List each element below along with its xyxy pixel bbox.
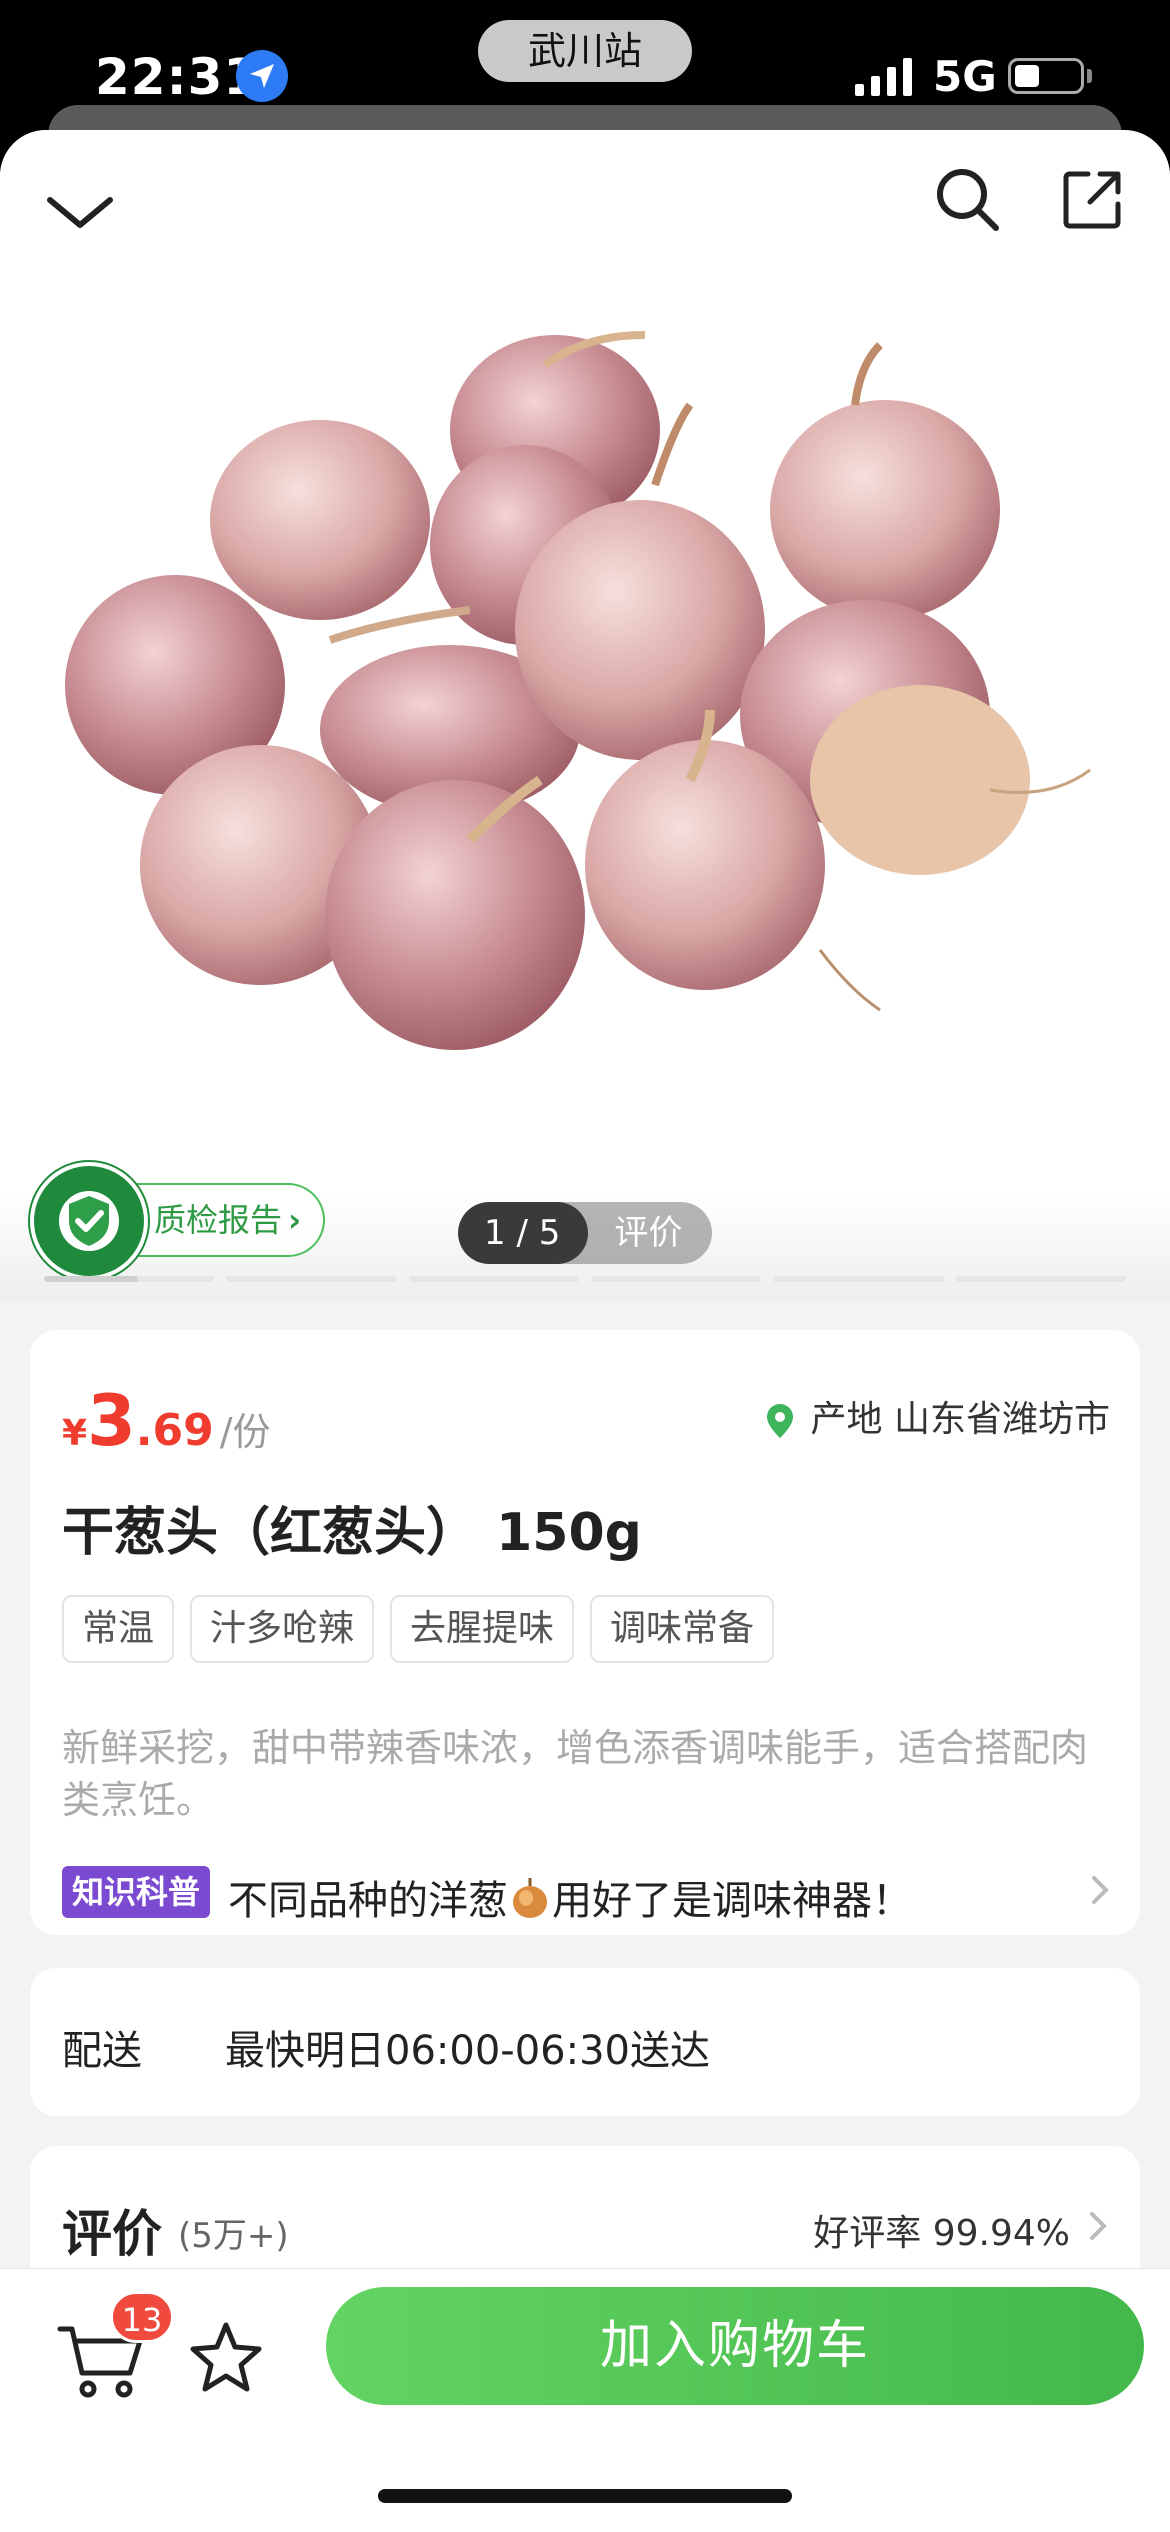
review-rate: 好评率 99.94%: [813, 2213, 1070, 2254]
chevron-right-icon: [1090, 2212, 1107, 2240]
price-integer: 3: [87, 1380, 136, 1462]
chevron-right-icon: ›: [288, 1201, 302, 1239]
delivery-value: 最快明日06:00-06:30送达: [225, 2028, 710, 2074]
product-tag: 汁多呛辣: [190, 1595, 375, 1663]
product-tag: 常温: [62, 1595, 175, 1663]
price-currency: ¥: [62, 1413, 88, 1454]
price-unit: /份: [219, 1410, 271, 1454]
carousel-dot: [773, 1276, 944, 1282]
battery-icon: [1008, 58, 1084, 94]
battery-tip: [1087, 69, 1092, 83]
onion-emoji-icon: [513, 1878, 547, 1918]
carousel-dot: [590, 1276, 762, 1282]
image-pager[interactable]: 1 / 5 评价: [458, 1202, 713, 1264]
chevron-right-icon: [1092, 1876, 1109, 1904]
home-indicator: [378, 2489, 792, 2503]
signal-icon: [855, 58, 912, 96]
price: ¥3.69/份: [62, 1380, 271, 1462]
product-image-carousel[interactable]: 质检报告 › 1 / 5 评价: [0, 130, 1170, 1300]
screen: 22:31 武川站 5G 质检报告 › 1 / 5 评价 ¥3.69 /份 产地…: [0, 0, 1170, 2532]
carousel-dot: [226, 1276, 397, 1282]
origin: 产地 山东省潍坊市: [766, 1390, 1110, 1442]
knowledge-text-before: 不同品种的洋葱: [228, 1878, 508, 1924]
star-icon[interactable]: [186, 2317, 266, 2397]
product-photo-onions: [65, 331, 1091, 1050]
network-label: 5G: [933, 52, 997, 101]
product-sheet: 质检报告 › 1 / 5 评价 ¥3.69 /份 产地 山东省潍坊市 干葱头（红…: [0, 130, 1170, 2532]
share-icon[interactable]: [1052, 160, 1132, 240]
carousel-progress: [44, 1276, 1126, 1282]
review-count: (5万+): [178, 2216, 289, 2256]
knowledge-text-after: 用好了是调味神器！: [552, 1878, 912, 1924]
carousel-dot: [44, 1276, 215, 1282]
product-info-card: ¥3.69/份 产地 山东省潍坊市 干葱头（红葱头） 150g 常温 汁多呛辣 …: [30, 1330, 1140, 1935]
quality-report-button[interactable]: 质检报告 ›: [128, 1183, 326, 1257]
cart-count-badge: 13: [110, 2291, 174, 2343]
location-pin-icon: [766, 1404, 793, 1438]
product-tag: 调味常备: [590, 1595, 775, 1663]
origin-text: 产地 山东省潍坊市: [810, 1399, 1110, 1440]
status-bar: 22:31 武川站 5G: [0, 0, 1170, 165]
tag-list: 常温 汁多呛辣 去腥提味 调味常备: [62, 1595, 775, 1663]
product-tag: 去腥提味: [390, 1595, 575, 1663]
status-time: 22:31: [95, 48, 260, 106]
carousel-dot: [955, 1276, 1126, 1282]
location-arrow-icon: [236, 50, 288, 102]
quality-seal-icon: [30, 1162, 148, 1280]
station-pill[interactable]: 武川站: [478, 20, 692, 82]
review-title: 评价: [62, 2205, 162, 2263]
delivery-label: 配送: [62, 2028, 142, 2074]
knowledge-text: 不同品种的洋葱 用好了是调味神器！: [228, 1868, 912, 1926]
knowledge-row[interactable]: 知识科普 不同品种的洋葱 用好了是调味神器！: [62, 1860, 1112, 1924]
pager-count: 1 / 5: [458, 1202, 589, 1264]
delivery-card[interactable]: 配送 最快明日06:00-06:30送达: [30, 1968, 1140, 2116]
add-to-cart-button[interactable]: 加入购物车: [326, 2287, 1144, 2405]
carousel-dot: [408, 1276, 579, 1282]
search-icon[interactable]: [928, 160, 1008, 240]
product-title: 干葱头（红葱头） 150g: [62, 1503, 642, 1563]
quality-report-label: 质检报告: [154, 1201, 283, 1239]
product-description: 新鲜采挖，甜中带辣香味浓，增色添香调味能手，适合搭配肉类烹饪。: [62, 1726, 1089, 1822]
pager-review-tab[interactable]: 评价: [588, 1202, 712, 1264]
knowledge-badge: 知识科普: [62, 1866, 211, 1918]
chevron-down-icon[interactable]: [40, 170, 120, 250]
price-decimal: .69: [135, 1405, 214, 1456]
bottom-action-bar: 13 加入购物车: [0, 2268, 1170, 2532]
